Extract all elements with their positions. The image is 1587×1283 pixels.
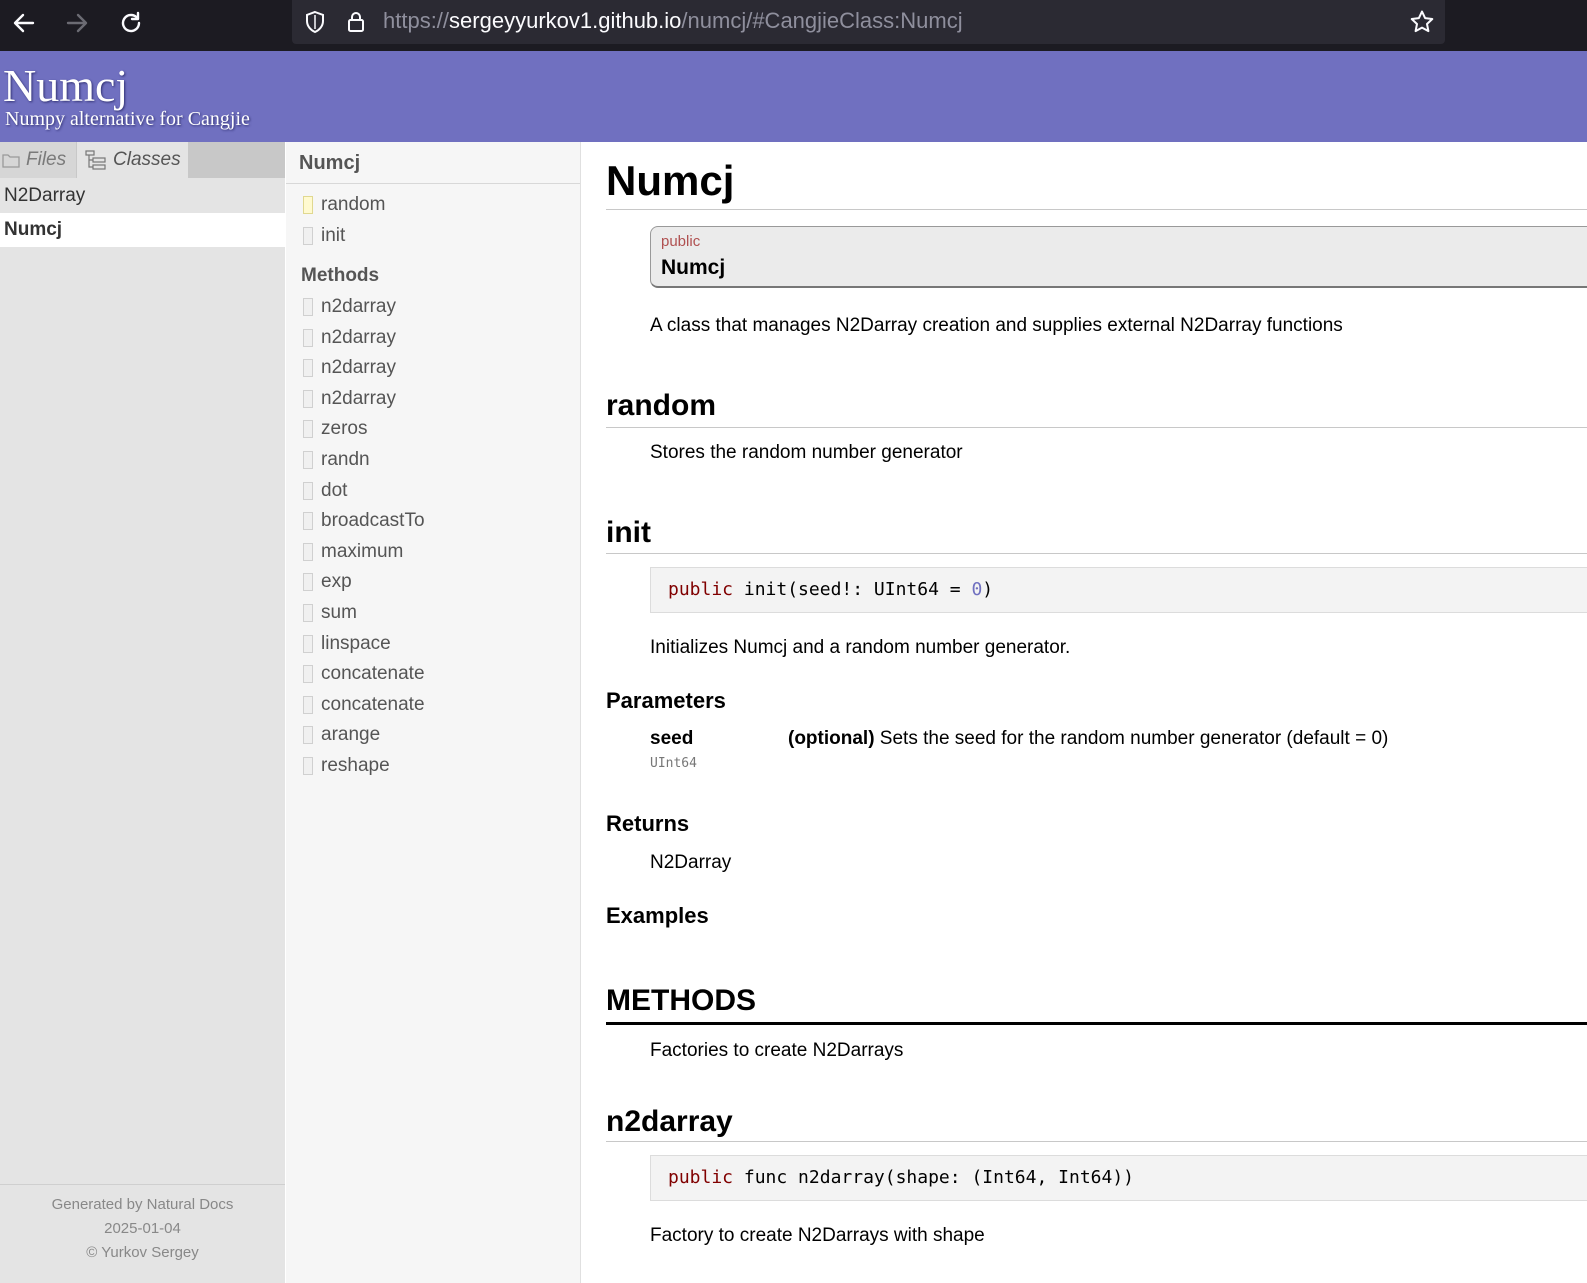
summary-item-method[interactable]: exp (303, 567, 352, 597)
tab-files[interactable]: Files (0, 142, 76, 178)
menu-entry-n2darray[interactable]: N2Darray (0, 179, 285, 213)
url-host: sergeyyurkov1.github.io (449, 8, 682, 33)
function-icon (303, 359, 313, 378)
summary-item-method[interactable]: linspace (303, 629, 391, 659)
function-icon (303, 695, 313, 714)
variable-icon (303, 196, 313, 214)
random-title: random (606, 389, 717, 422)
methods-description: Factories to create N2Darrays (650, 1040, 904, 1061)
param-description: (optional) Sets the seed for the random … (788, 728, 1389, 749)
reload-icon (121, 11, 141, 33)
param-type: UInt64 (650, 756, 697, 771)
summary-item-method[interactable]: randn (303, 445, 370, 475)
summary-item-method[interactable]: arange (303, 720, 380, 750)
function-icon (303, 573, 313, 592)
summary-item-method[interactable]: concatenate (303, 690, 425, 720)
init-prototype: public init(seed!: UInt64 = 0) (650, 567, 1587, 613)
divider (606, 553, 1587, 554)
summary-methods-heading[interactable]: Methods (301, 265, 379, 287)
class-prototype: public Numcj (650, 226, 1587, 288)
menu-footer: Generated by Natural Docs 2025-01-04 © Y… (0, 1184, 285, 1265)
random-description: Stores the random number generator (650, 442, 963, 463)
summary-item-method[interactable]: n2darray (303, 323, 396, 353)
function-icon (303, 481, 313, 500)
summary-item-method[interactable]: concatenate (303, 659, 425, 689)
back-button[interactable] (9, 8, 39, 38)
divider (606, 1141, 1587, 1142)
star-bookmark-icon[interactable] (1409, 9, 1435, 35)
function-icon (303, 604, 313, 622)
n2darray-description: Factory to create N2Darrays with shape (650, 1225, 985, 1246)
lock-icon[interactable] (343, 9, 369, 35)
n2darray-prototype: public func n2darray(shape: (Int64, Int6… (650, 1155, 1587, 1201)
function-icon (303, 328, 313, 347)
function-icon (303, 512, 313, 531)
divider (606, 209, 1587, 210)
init-description: Initializes Numcj and a random number ge… (650, 637, 1071, 658)
returns-heading: Returns (606, 811, 690, 836)
url-path: /numcj/#CangjieClass:Numcj (681, 8, 963, 33)
summary-item-method[interactable]: reshape (303, 751, 390, 781)
main-content: Numcj public Numcj A class that manages … (581, 142, 1587, 1283)
function-icon (303, 665, 313, 684)
footer-date: 2025-01-04 (104, 1220, 181, 1237)
site-subtitle: Numpy alternative for Cangjie (5, 108, 250, 130)
page-header: Numcj Numpy alternative for Cangjie (0, 51, 1587, 142)
returns-value: N2Darray (650, 852, 732, 873)
tab-classes[interactable]: Classes (77, 142, 188, 178)
function-icon (303, 757, 313, 775)
back-arrow-icon (13, 13, 35, 33)
summary-divider (286, 183, 580, 184)
n2darray-title: n2darray (606, 1105, 733, 1138)
summary-item-method[interactable]: n2darray (303, 353, 396, 383)
summary-item-method[interactable]: broadcastTo (303, 506, 425, 536)
function-icon (303, 420, 313, 439)
class-description: A class that manages N2Darray creation a… (650, 315, 1343, 336)
menu-entry-numcj[interactable]: Numcj (0, 213, 285, 247)
function-icon (303, 542, 313, 561)
footer-copyright: © Yurkov Sergey (86, 1244, 199, 1261)
navigation-menu: Files Classes N2Darray Numcj Generated b… (0, 142, 285, 1283)
param-name: seed (650, 728, 694, 749)
summary-item-method[interactable]: sum (303, 598, 357, 628)
url-text[interactable]: https://sergeyyurkov1.github.io/numcj/#C… (383, 7, 963, 35)
function-icon (303, 451, 313, 469)
summary-item-method[interactable]: maximum (303, 537, 403, 567)
forward-arrow-icon (66, 13, 88, 33)
summary-item-init[interactable]: init (303, 221, 345, 251)
summary-item-random[interactable]: random (303, 190, 385, 220)
class-modifier: public (661, 233, 701, 250)
divider (606, 427, 1587, 428)
class-title: Numcj (606, 157, 735, 204)
summary-panel: Numcj random init Methods n2darray n2darr… (286, 142, 581, 1283)
function-icon (303, 227, 313, 245)
function-icon (303, 298, 313, 316)
examples-heading: Examples (606, 903, 709, 928)
reload-button[interactable] (116, 8, 146, 38)
menu-tabs: Files Classes (0, 142, 285, 178)
footer-generator: Generated by Natural Docs (51, 1196, 234, 1213)
function-icon (303, 389, 313, 408)
summary-item-method[interactable]: n2darray (303, 292, 396, 322)
parameters-heading: Parameters (606, 688, 726, 713)
site-title[interactable]: Numcj (3, 59, 128, 113)
param-optional: (optional) (788, 728, 875, 749)
class-hierarchy-icon (85, 150, 106, 170)
shield-icon[interactable] (302, 9, 328, 35)
folder-icon (2, 154, 20, 168)
function-icon (303, 634, 313, 653)
function-icon (303, 726, 313, 745)
summary-item-method[interactable]: dot (303, 476, 347, 506)
init-title: init (606, 516, 651, 549)
summary-title[interactable]: Numcj (299, 152, 360, 175)
methods-title: METHODS (606, 984, 756, 1017)
browser-toolbar: https://sergeyyurkov1.github.io/numcj/#C… (0, 0, 1587, 51)
summary-item-method[interactable]: zeros (303, 414, 367, 444)
forward-button[interactable] (62, 8, 92, 38)
summary-item-method[interactable]: n2darray (303, 384, 396, 414)
class-name: Numcj (661, 256, 726, 279)
divider (606, 1022, 1587, 1025)
